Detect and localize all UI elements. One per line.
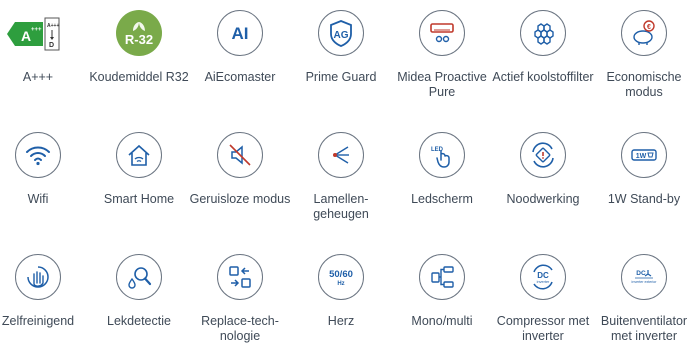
prime-guard-shield-icon: AG	[318, 10, 364, 56]
feature-silent-mode: Geruisloze modus	[188, 132, 292, 207]
energy-class-plus: +++	[31, 27, 42, 33]
feature-compressor-inverter: DC inverter Compressor met inverter	[491, 254, 595, 343]
feature-label: Geruisloze modus	[189, 192, 291, 206]
standby-1w-icon: 1W	[621, 132, 667, 178]
feature-label: Smart Home	[103, 192, 175, 206]
feature-proactive-pure: Midea Proactive Pure	[390, 10, 494, 99]
svg-text:LED: LED	[431, 147, 444, 153]
replace-technology-icon	[217, 254, 263, 300]
feature-label: Economische modus	[606, 70, 682, 99]
feature-label: Ledscherm	[411, 192, 473, 206]
r32-text: R-32	[124, 31, 154, 47]
ai-ecomaster-icon: AI	[217, 10, 263, 56]
feature-emergency: Noodwerking	[491, 132, 595, 207]
svg-text:AI: AI	[232, 24, 249, 43]
feature-r32: R-32 Koudemiddel R32	[87, 10, 191, 85]
louver-memory-icon	[318, 132, 364, 178]
feature-label: Zelfreinigend	[1, 314, 75, 328]
svg-text:Hz: Hz	[337, 281, 344, 287]
feature-label: AiEcomaster	[204, 70, 276, 84]
feature-louver-memory: Lamellen-geheugen	[289, 132, 393, 221]
feature-label: Koudemiddel R32	[89, 70, 189, 84]
svg-text:AG: AG	[334, 30, 349, 41]
feature-energy-label: A +++ A+++ D A+++	[0, 10, 90, 85]
dc-inverter-compressor-icon: DC inverter	[520, 254, 566, 300]
feature-label: Prime Guard	[305, 70, 377, 84]
self-cleaning-hand-icon	[15, 254, 61, 300]
energy-class-letter: A	[21, 28, 31, 44]
feature-label: Actief koolstoffilter	[492, 70, 594, 84]
feature-label: Wifi	[27, 192, 49, 206]
svg-text:DC: DC	[537, 271, 549, 280]
mute-speaker-icon	[217, 132, 263, 178]
feature-label: Midea Proactive Pure	[397, 70, 487, 99]
feature-self-cleaning: Zelfreinigend	[0, 254, 90, 329]
svg-text:50/60: 50/60	[329, 269, 353, 280]
feature-label: Noodwerking	[506, 192, 580, 206]
feature-label: Mono/multi	[411, 314, 473, 328]
svg-text:1W: 1W	[636, 153, 647, 160]
feature-prime-guard: AG Prime Guard	[289, 10, 393, 85]
feature-label: Compressor met inverter	[496, 314, 590, 343]
feature-standby: 1W 1W Stand-by	[592, 132, 687, 207]
feature-wifi: Wifi	[0, 132, 90, 207]
svg-text:inverter: inverter	[537, 280, 550, 284]
feature-label: Buitenventilator met inverter	[600, 314, 687, 343]
energy-scale-top: A+++	[47, 23, 59, 29]
feature-led-display: LED Ledscherm	[390, 132, 494, 207]
energy-label-icon: A +++ A+++ D	[7, 10, 69, 56]
outdoor-fan-inverter-icon: DC inverter exterior	[621, 254, 667, 300]
feature-label: A+++	[22, 70, 54, 84]
svg-text:€: €	[647, 24, 651, 31]
air-conditioner-icon	[419, 10, 465, 56]
hertz-icon: 50/60 Hz	[318, 254, 364, 300]
emergency-operation-icon	[520, 132, 566, 178]
mono-multi-icon	[419, 254, 465, 300]
feature-leak-detection: Lekdetectie	[87, 254, 191, 329]
feature-hertz: 50/60 Hz Herz	[289, 254, 393, 329]
feature-mono-multi: Mono/multi	[390, 254, 494, 329]
feature-economy-mode: € Economische modus	[592, 10, 687, 99]
feature-replace-tech: Replace-tech-nologie	[188, 254, 292, 343]
feature-carbon-filter: Actief koolstoffilter	[491, 10, 595, 85]
feature-smart-home: Smart Home	[87, 132, 191, 207]
led-touch-icon: LED	[419, 132, 465, 178]
feature-label: Replace-tech-nologie	[201, 314, 279, 343]
feature-label: Herz	[327, 314, 355, 328]
carbon-filter-icon	[520, 10, 566, 56]
feature-outdoor-fan-inverter: DC inverter exterior Buitenventilator met…	[592, 254, 687, 343]
energy-scale-bottom: D	[49, 42, 54, 49]
smart-home-icon	[116, 132, 162, 178]
feature-ai-ecomaster: AI AiEcomaster	[188, 10, 292, 85]
svg-text:inverter exterior: inverter exterior	[632, 280, 658, 284]
r32-refrigerant-icon: R-32	[116, 10, 162, 56]
wifi-icon	[15, 132, 61, 178]
piggy-bank-euro-icon: €	[621, 10, 667, 56]
feature-label: 1W Stand-by	[607, 192, 681, 206]
feature-label: Lamellen-geheugen	[313, 192, 369, 221]
leak-detection-icon	[116, 254, 162, 300]
feature-label: Lekdetectie	[107, 314, 171, 328]
svg-text:DC: DC	[636, 270, 646, 277]
